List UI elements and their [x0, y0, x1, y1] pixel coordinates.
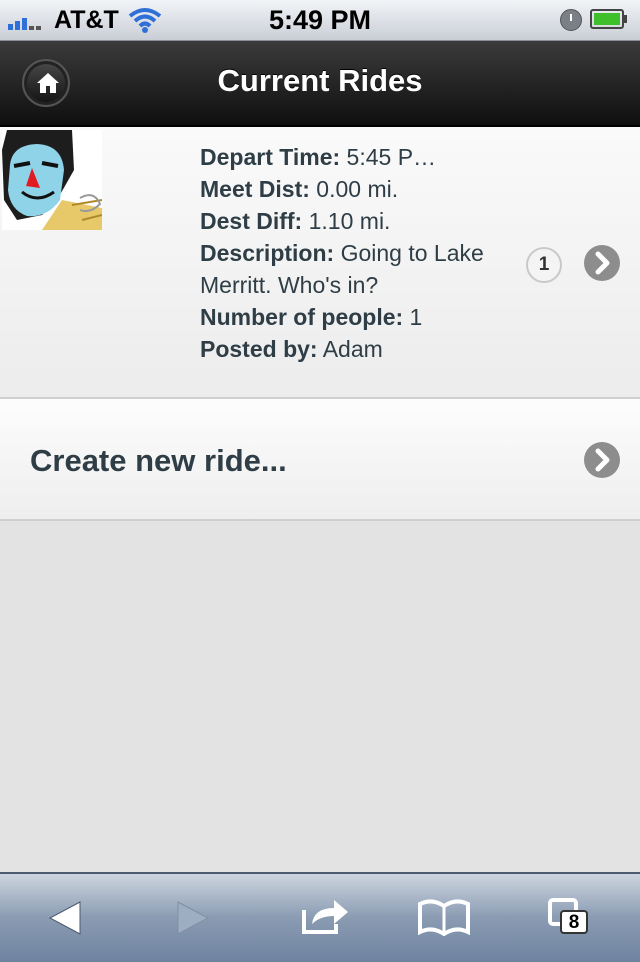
- book-icon: [418, 899, 470, 936]
- browser-toolbar: [0, 872, 640, 962]
- people-label: Number of people:: [200, 304, 404, 330]
- posted-by-value: Adam: [317, 336, 383, 362]
- meet-dist-label: Meet Dist:: [200, 176, 310, 202]
- bookmarks-button[interactable]: [394, 874, 494, 962]
- depart-time-value: 5:45 P…: [340, 144, 437, 170]
- rider-avatar: [2, 130, 102, 230]
- create-ride-label: Create new ride...: [30, 443, 287, 478]
- ride-details: Depart Time: 5:45 P… Meet Dist: 0.00 mi.…: [200, 141, 500, 365]
- header-bar: Current Rides: [0, 41, 640, 127]
- share-icon: [302, 900, 348, 934]
- forward-arrow-icon: [177, 901, 210, 935]
- back-arrow-icon: [48, 901, 81, 935]
- people-row: Number of people: 1: [200, 301, 500, 333]
- tabs-count-badge: 8: [560, 910, 588, 934]
- dest-diff-row: Dest Diff: 1.10 mi.: [200, 205, 500, 237]
- create-ride-arrow-button[interactable]: [584, 442, 620, 478]
- posted-by-row: Posted by: Adam: [200, 333, 500, 365]
- battery-icon: [590, 9, 627, 29]
- dest-diff-value: 1.10 mi.: [302, 208, 391, 234]
- chevron-right-icon: [595, 448, 610, 472]
- status-time: 5:49 PM: [268, 5, 372, 35]
- depart-time-row: Depart Time: 5:45 P…: [200, 141, 500, 173]
- ride-count-badge: 1: [526, 247, 562, 283]
- page-title: Current Rides: [217, 63, 423, 98]
- description-row: Description: Going to Lake Merritt. Who'…: [200, 237, 500, 301]
- status-bar: AT&T 5:49 PM: [0, 0, 640, 41]
- people-value: 1: [403, 304, 423, 330]
- posted-by-label: Posted by:: [200, 336, 318, 362]
- chevron-right-icon: [595, 251, 610, 275]
- description-label: Description:: [200, 240, 335, 266]
- ride-detail-button[interactable]: [584, 245, 620, 281]
- forward-button[interactable]: [142, 874, 242, 962]
- dest-diff-label: Dest Diff:: [200, 208, 303, 234]
- alarm-clock-icon: [560, 9, 582, 31]
- share-button[interactable]: [276, 874, 376, 962]
- meet-dist-row: Meet Dist: 0.00 mi.: [200, 173, 500, 205]
- create-ride-item[interactable]: Create new ride...: [0, 399, 640, 521]
- ride-list-item[interactable]: Depart Time: 5:45 P… Meet Dist: 0.00 mi.…: [0, 127, 640, 399]
- depart-time-label: Depart Time:: [200, 144, 341, 170]
- back-button[interactable]: [14, 874, 114, 962]
- meet-dist-value: 0.00 mi.: [309, 176, 399, 202]
